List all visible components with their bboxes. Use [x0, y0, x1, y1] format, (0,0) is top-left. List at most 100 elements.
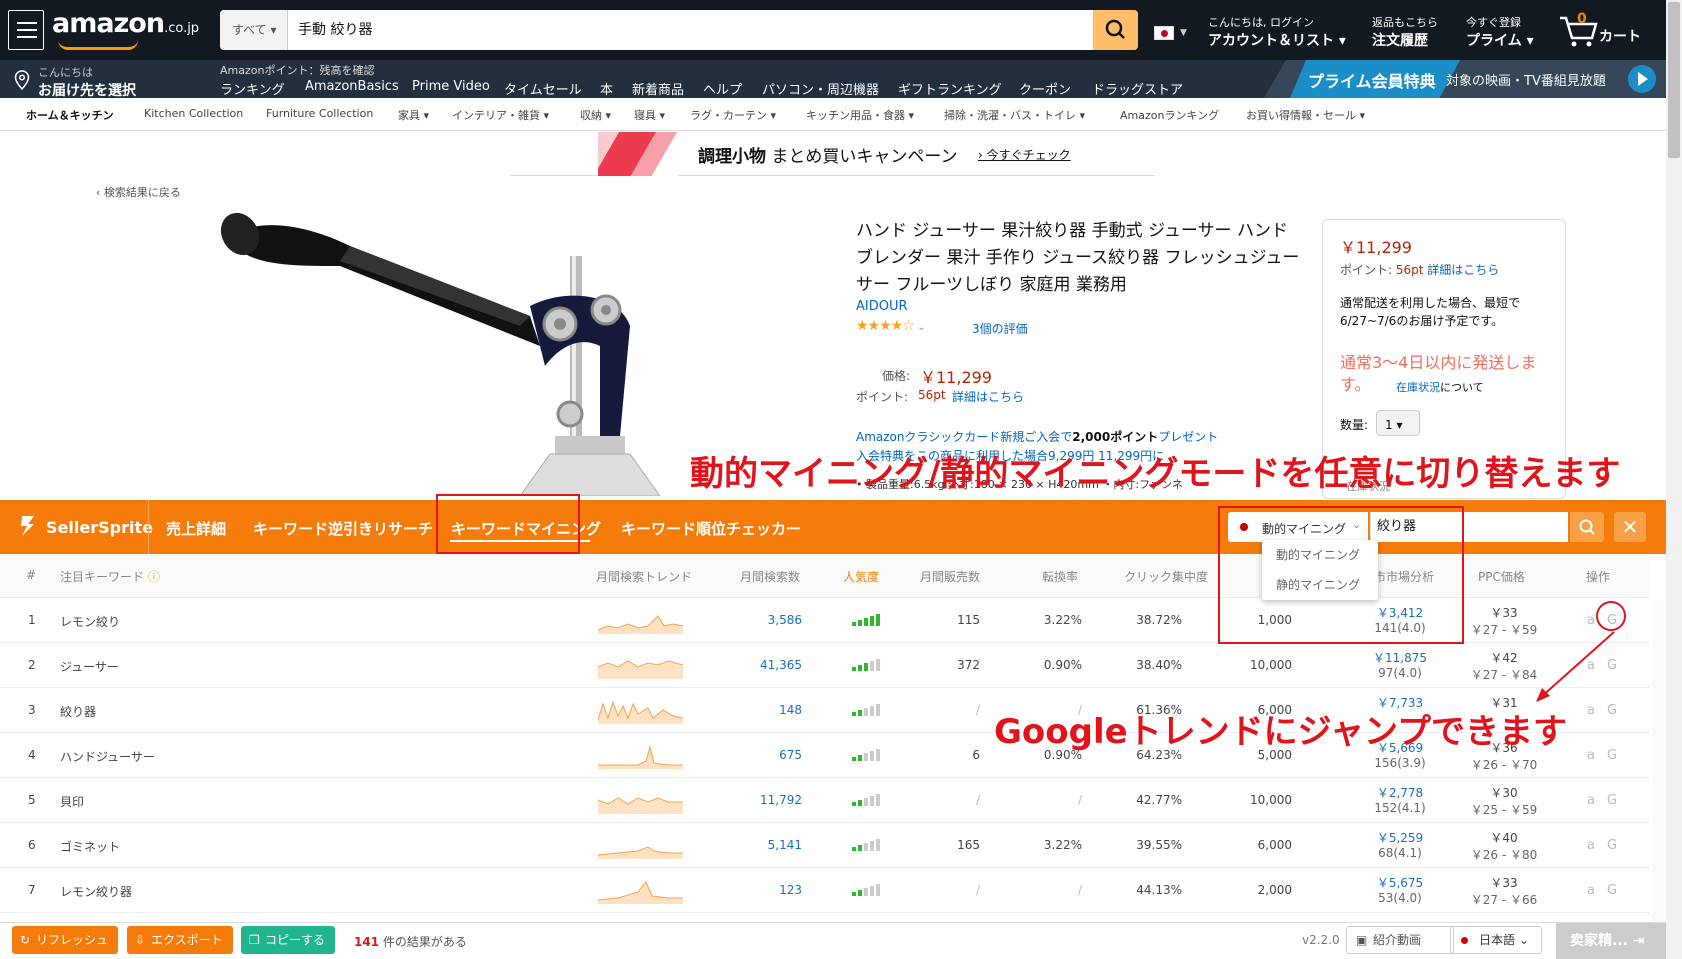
col-conversion[interactable]: 転換率: [1042, 568, 1078, 585]
deliver-to[interactable]: こんにちは お届け先を選択: [38, 64, 136, 100]
points-detail-link[interactable]: 詳細はこちら: [952, 388, 1024, 405]
row-market-price[interactable]: ￥5,675: [1360, 874, 1440, 891]
col-monthly-sales[interactable]: 月間販売数: [920, 568, 980, 585]
points-note[interactable]: Amazonポイント：残高を確認: [220, 62, 374, 78]
search-category-select[interactable]: すべて ▾: [220, 10, 288, 50]
row-keyword[interactable]: ゴミネット: [60, 838, 120, 855]
row-search-volume[interactable]: 11,792: [742, 793, 802, 807]
nav-link[interactable]: Prime Video: [412, 79, 490, 94]
trend-sparkline[interactable]: [598, 833, 686, 859]
rating-stars[interactable]: ★★★★☆ ⌄: [856, 318, 926, 334]
amazon-link-icon[interactable]: a: [1587, 793, 1595, 808]
google-trends-icon[interactable]: G: [1607, 748, 1617, 763]
orders-link[interactable]: 返品もこちら 注文履歴: [1372, 14, 1438, 50]
buybox-points-link[interactable]: 詳細はこちら: [1427, 263, 1499, 277]
nav-link[interactable]: ギフトランキング: [898, 79, 1002, 98]
subnav-item[interactable]: 家具 ▾: [398, 107, 429, 123]
trend-sparkline[interactable]: [598, 743, 686, 769]
subnav-item[interactable]: 掃除・洗濯・バス・トイレ ▾: [944, 107, 1085, 123]
language-select[interactable]: 日本語 ⌄: [1450, 926, 1542, 954]
row-keyword[interactable]: 絞り器: [60, 703, 96, 720]
cart-label[interactable]: カート: [1599, 26, 1641, 46]
col-ppc[interactable]: PPC価格: [1478, 568, 1525, 585]
col-click-concentration[interactable]: クリック集中度: [1124, 568, 1208, 585]
help-icon[interactable]: ⓘ: [148, 570, 160, 584]
nav-link[interactable]: クーポン: [1019, 79, 1071, 98]
menu-icon[interactable]: [8, 10, 44, 50]
nav-link[interactable]: 本: [600, 79, 613, 98]
account-menu[interactable]: こんにちは, ログイン アカウント＆リスト ▾: [1208, 14, 1346, 50]
row-keyword[interactable]: レモン絞り: [60, 613, 120, 630]
amazon-link-icon[interactable]: a: [1587, 613, 1595, 628]
trend-sparkline[interactable]: [598, 698, 686, 724]
reviews-link[interactable]: 3個の評価: [972, 320, 1028, 337]
row-search-volume[interactable]: 5,141: [742, 838, 802, 852]
brand-link[interactable]: AIDOUR: [856, 299, 908, 314]
row-keyword[interactable]: 貝印: [60, 793, 84, 810]
subnav-item[interactable]: Amazonランキング: [1120, 107, 1219, 123]
google-trends-icon[interactable]: G: [1607, 793, 1617, 808]
trend-sparkline[interactable]: [598, 788, 686, 814]
subnav-item[interactable]: ラグ・カーテン ▾: [690, 107, 776, 123]
refresh-button[interactable]: ↻ リフレッシュ: [12, 926, 119, 954]
row-keyword[interactable]: ジューサー: [60, 658, 119, 675]
nav-link[interactable]: タイムセール: [504, 79, 582, 98]
product-image[interactable]: [200, 196, 760, 496]
table-scrollbar[interactable]: [1652, 600, 1664, 922]
subnav-item[interactable]: 収納 ▾: [580, 107, 611, 123]
prime-menu[interactable]: 今すぐ登録 プライム ▾: [1466, 14, 1534, 50]
tab-keyword-reverse[interactable]: キーワード逆引きリサーチ: [253, 518, 433, 539]
keyword-search-button[interactable]: [1570, 512, 1604, 542]
intro-video-button[interactable]: ▣ 紹介動画: [1346, 926, 1454, 954]
nav-link[interactable]: ドラッグストア: [1092, 79, 1183, 98]
row-market-price[interactable]: ￥11,875: [1360, 649, 1440, 666]
row-search-volume[interactable]: 41,365: [742, 658, 802, 672]
nav-link[interactable]: ランキング: [220, 79, 285, 98]
tab-sales-detail[interactable]: 売上詳細: [166, 518, 226, 539]
subnav-item[interactable]: インテリア・雑貨 ▾: [452, 107, 549, 123]
subnav-item[interactable]: 寝具 ▾: [634, 107, 665, 123]
row-search-volume[interactable]: 123: [742, 883, 802, 897]
flag-jp-icon[interactable]: [1154, 26, 1174, 40]
back-to-results-link[interactable]: ‹ 検索結果に戻る: [96, 184, 181, 200]
google-trends-icon[interactable]: G: [1607, 883, 1617, 898]
col-trend[interactable]: 月間検索トレンド: [596, 568, 692, 585]
google-trends-icon[interactable]: G: [1607, 838, 1617, 853]
subnav-item[interactable]: お買い得情報・セール ▾: [1246, 107, 1365, 123]
row-keyword[interactable]: ハンドジューサー: [60, 748, 155, 765]
close-icon[interactable]: ✕: [1614, 512, 1646, 542]
amazon-link-icon[interactable]: a: [1587, 838, 1595, 853]
trend-sparkline[interactable]: [598, 608, 686, 634]
quantity-select[interactable]: 1 ▾: [1376, 410, 1420, 436]
copy-button[interactable]: ❐ コピーする: [241, 926, 336, 954]
nav-link[interactable]: 新着商品: [632, 79, 684, 98]
amazon-link-icon[interactable]: a: [1587, 748, 1595, 763]
trend-sparkline[interactable]: [598, 878, 686, 904]
play-icon[interactable]: [1628, 65, 1656, 93]
stock-link[interactable]: 在庫状況: [1396, 381, 1440, 394]
prime-banner-sub[interactable]: 対象の映画・TV番組見放題: [1446, 70, 1606, 89]
row-search-volume[interactable]: 3,586: [742, 613, 802, 627]
export-button[interactable]: ⇩ エクスポート: [127, 926, 233, 954]
search-button[interactable]: [1093, 10, 1138, 50]
subnav-item[interactable]: Furniture Collection: [266, 107, 373, 120]
subnav-item[interactable]: ホーム＆キッチン: [26, 107, 114, 123]
amazon-logo[interactable]: amazon.co.jp: [52, 8, 199, 39]
amazon-link-icon[interactable]: a: [1587, 883, 1595, 898]
row-search-volume[interactable]: 675: [742, 748, 802, 762]
seller-sprite-button[interactable]: 卖家精... ⇥: [1556, 923, 1666, 959]
tab-rank-checker[interactable]: キーワード順位チェッカー: [621, 518, 801, 539]
prime-banner-title[interactable]: プライム会員特典: [1290, 60, 1460, 98]
nav-link[interactable]: ヘルプ: [703, 79, 742, 98]
row-market-price[interactable]: ￥2,778: [1360, 784, 1440, 801]
col-search-volume[interactable]: 月間検索数: [740, 568, 800, 585]
subnav-item[interactable]: Kitchen Collection: [144, 107, 243, 120]
scrollbar-thumb[interactable]: [1668, 2, 1680, 158]
amazon-link-icon[interactable]: a: [1587, 703, 1595, 718]
card-promo[interactable]: Amazonクラシックカード新規ご入会で2,000ポイントプレゼント: [856, 428, 1218, 445]
row-keyword[interactable]: レモン絞り器: [60, 883, 132, 900]
subnav-item[interactable]: キッチン用品・食器 ▾: [806, 107, 914, 123]
nav-link[interactable]: AmazonBasics: [305, 79, 399, 94]
col-popularity[interactable]: 人気度: [843, 568, 879, 585]
nav-link[interactable]: パソコン・周辺機器: [762, 79, 879, 98]
